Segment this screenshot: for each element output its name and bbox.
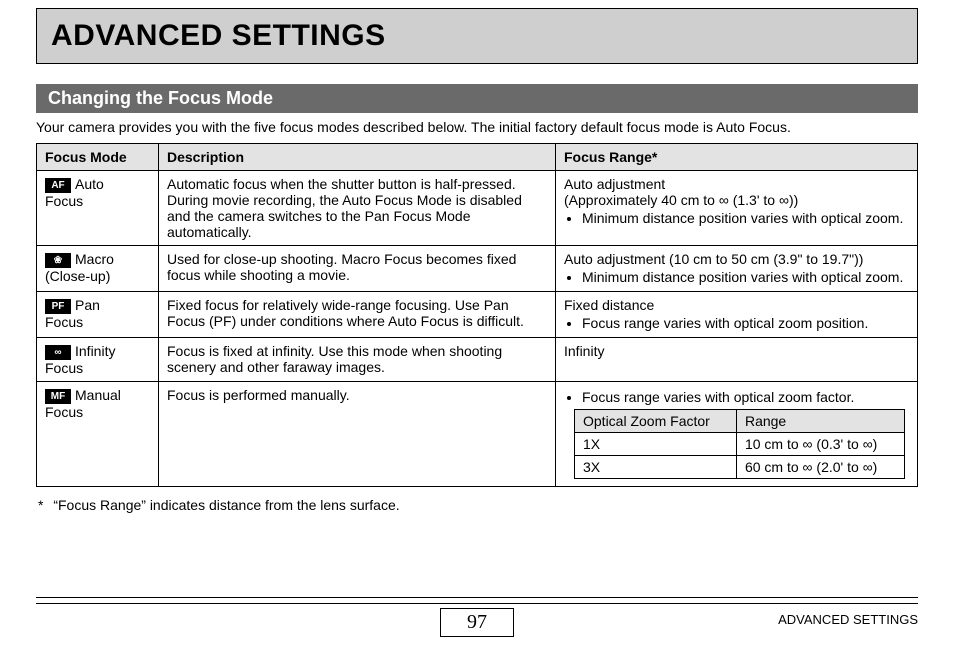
infinity-icon: ∞ bbox=[779, 192, 789, 208]
zoom-row: 1X 10 cm to ∞ (0.3' to ∞) bbox=[575, 432, 905, 455]
zoom-r2c2b: (2.0' to bbox=[813, 459, 863, 475]
infinity-icon: ∞ bbox=[803, 459, 813, 475]
mode-name-l2: Focus bbox=[45, 404, 83, 420]
table-row: AF Auto Focus Automatic focus when the sh… bbox=[37, 171, 918, 246]
mode-cell: AF Auto Focus bbox=[37, 171, 159, 246]
zoom-r1c1: 1X bbox=[575, 432, 737, 455]
range-lead: Fixed distance bbox=[564, 297, 654, 313]
mf-icon: MF bbox=[45, 389, 71, 404]
range-list: Minimum distance position varies with op… bbox=[564, 269, 909, 285]
range-list: Focus range varies with optical zoom fac… bbox=[564, 389, 909, 405]
intro-text: Your camera provides you with the five f… bbox=[36, 119, 918, 135]
range-lead: Auto adjustment (10 cm to 50 cm (3.9" to… bbox=[564, 251, 863, 267]
range-bullet: Focus range varies with optical zoom pos… bbox=[582, 315, 909, 331]
af-icon: AF bbox=[45, 178, 71, 193]
range-cell: Fixed distance Focus range varies with o… bbox=[556, 292, 918, 338]
footer-row: 97 ADVANCED SETTINGS bbox=[36, 608, 918, 636]
infinity-mode-icon: ∞ bbox=[45, 345, 71, 360]
range-list: Minimum distance position varies with op… bbox=[564, 210, 909, 226]
range-lead-l1: Auto adjustment bbox=[564, 176, 665, 192]
mode-name-l2: Focus bbox=[45, 360, 83, 376]
footnote-text: “Focus Range” indicates distance from th… bbox=[53, 497, 399, 513]
header-focus-range: Focus Range* bbox=[556, 144, 918, 171]
footnote: * “Focus Range” indicates distance from … bbox=[36, 497, 918, 513]
range-bullet: Focus range varies with optical zoom fac… bbox=[582, 389, 909, 405]
range-cell: Auto adjustment (Approximately 40 cm to … bbox=[556, 171, 918, 246]
zoom-r1c2: 10 cm to ∞ (0.3' to ∞) bbox=[736, 432, 904, 455]
range-bullet: Minimum distance position varies with op… bbox=[582, 269, 909, 285]
mode-name-l1: Auto bbox=[75, 176, 104, 192]
table-header-row: Focus Mode Description Focus Range* bbox=[37, 144, 918, 171]
zoom-r1c2b: (0.3' to bbox=[813, 436, 863, 452]
desc-cell: Used for close-up shooting. Macro Focus … bbox=[159, 246, 556, 292]
desc-cell: Focus is performed manually. bbox=[159, 381, 556, 486]
footer-title: ADVANCED SETTINGS bbox=[778, 612, 918, 627]
footer: 97 ADVANCED SETTINGS bbox=[36, 597, 918, 636]
section-header: Changing the Focus Mode bbox=[36, 84, 918, 113]
range-bullet: Minimum distance position varies with op… bbox=[582, 210, 909, 226]
mode-name-l1: Macro bbox=[75, 251, 114, 267]
infinity-icon: ∞ bbox=[863, 436, 873, 452]
mode-name-l2: Focus bbox=[45, 193, 83, 209]
zoom-h2: Range bbox=[736, 409, 904, 432]
mode-name-l2: Focus bbox=[45, 314, 83, 330]
page-number: 97 bbox=[440, 608, 514, 637]
mode-cell: ❀ Macro (Close-up) bbox=[37, 246, 159, 292]
footer-rule bbox=[36, 597, 918, 604]
zoom-r2c1: 3X bbox=[575, 455, 737, 478]
footnote-marker: * bbox=[36, 497, 49, 513]
zoom-header-row: Optical Zoom Factor Range bbox=[575, 409, 905, 432]
table-row: ❀ Macro (Close-up) Used for close-up shoo… bbox=[37, 246, 918, 292]
mode-name-l2: (Close-up) bbox=[45, 268, 110, 284]
zoom-row: 3X 60 cm to ∞ (2.0' to ∞) bbox=[575, 455, 905, 478]
zoom-h1: Optical Zoom Factor bbox=[575, 409, 737, 432]
title-bar: ADVANCED SETTINGS bbox=[36, 8, 918, 64]
focus-mode-table: Focus Mode Description Focus Range* AFAu… bbox=[36, 143, 918, 487]
desc-cell: Automatic focus when the shutter button … bbox=[159, 171, 556, 246]
page-container: ADVANCED SETTINGS Changing the Focus Mod… bbox=[0, 0, 954, 513]
mode-cell: MF Manual Focus bbox=[37, 381, 159, 486]
mode-cell: PF Pan Focus bbox=[37, 292, 159, 338]
zoom-r2c2c: ) bbox=[873, 459, 878, 475]
zoom-r1c2c: ) bbox=[873, 436, 878, 452]
range-lead-l2a: (Approximately 40 cm to bbox=[564, 192, 719, 208]
zoom-r2c2: 60 cm to ∞ (2.0' to ∞) bbox=[736, 455, 904, 478]
range-list: Focus range varies with optical zoom pos… bbox=[564, 315, 909, 331]
header-focus-range-text: Focus Range bbox=[564, 149, 652, 165]
range-lead-l2c: )) bbox=[789, 192, 798, 208]
mode-name-l1: Manual bbox=[75, 387, 121, 403]
zoom-r1c2a: 10 cm to bbox=[745, 436, 803, 452]
table-row: ∞ Infinity Focus Focus is fixed at infini… bbox=[37, 338, 918, 382]
mode-name-l1: Infinity bbox=[75, 343, 115, 359]
range-lead: Infinity bbox=[564, 343, 604, 359]
header-description: Description bbox=[159, 144, 556, 171]
header-focus-mode: Focus Mode bbox=[37, 144, 159, 171]
header-focus-range-marker: * bbox=[652, 149, 657, 165]
infinity-icon: ∞ bbox=[803, 436, 813, 452]
mode-name-l1: Pan bbox=[75, 297, 100, 313]
pf-icon: PF bbox=[45, 299, 71, 314]
range-cell: Infinity bbox=[556, 338, 918, 382]
range-cell: Focus range varies with optical zoom fac… bbox=[556, 381, 918, 486]
infinity-icon: ∞ bbox=[719, 192, 729, 208]
zoom-factor-table: Optical Zoom Factor Range 1X 10 cm to ∞ … bbox=[574, 409, 905, 479]
desc-cell: Focus is fixed at infinity. Use this mod… bbox=[159, 338, 556, 382]
desc-cell: Fixed focus for relatively wide-range fo… bbox=[159, 292, 556, 338]
page-title: ADVANCED SETTINGS bbox=[51, 19, 903, 53]
range-lead-l2b: (1.3' to bbox=[729, 192, 779, 208]
table-row: MF Manual Focus Focus is performed manual… bbox=[37, 381, 918, 486]
zoom-r2c2a: 60 cm to bbox=[745, 459, 803, 475]
mode-cell: ∞ Infinity Focus bbox=[37, 338, 159, 382]
range-cell: Auto adjustment (10 cm to 50 cm (3.9" to… bbox=[556, 246, 918, 292]
macro-icon: ❀ bbox=[45, 253, 71, 268]
table-row: PF Pan Focus Fixed focus for relatively w… bbox=[37, 292, 918, 338]
infinity-icon: ∞ bbox=[863, 459, 873, 475]
